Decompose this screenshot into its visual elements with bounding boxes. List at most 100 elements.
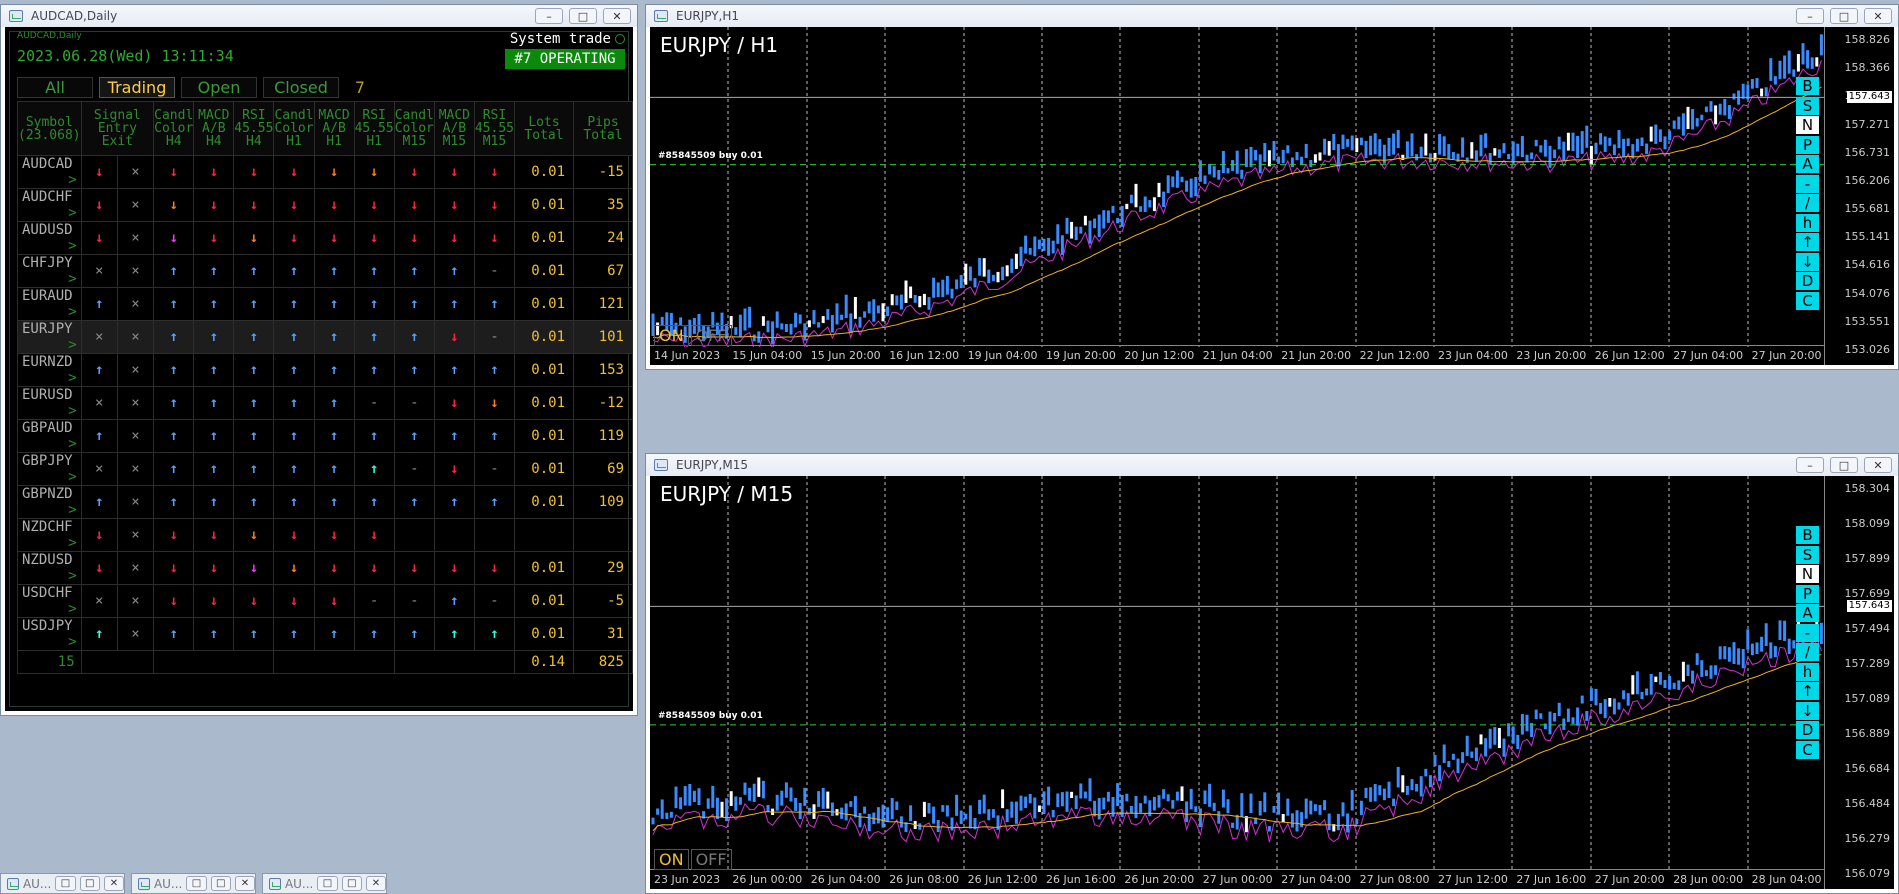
symbol-cell[interactable]: USDCHF >: [17, 584, 82, 618]
side-button-3[interactable]: N: [1796, 116, 1819, 134]
filter-closed[interactable]: Closed: [263, 77, 339, 98]
price-chart[interactable]: [650, 27, 1826, 347]
restore-button[interactable]: □: [569, 8, 597, 24]
table-row[interactable]: EURNZD > ↑ × ↑ ↑ ↑ ↑ ↑ ↑ ↑ ↑ ↑ 0.01 153: [17, 353, 633, 387]
table-row[interactable]: USDCHF > × × ↓ ↓ ↓ ↓ ↓ - - ↑ -0.01 -5: [17, 584, 633, 618]
symbol-cell[interactable]: EURAUD >: [17, 287, 82, 321]
side-button-7[interactable]: /: [1796, 194, 1819, 212]
symbol-cell[interactable]: USDJPY >: [17, 617, 82, 651]
table-row[interactable]: EURJPY > × × ↑ ↑ ↑ ↑ ↑ ↑ ↑ ↓ -0.01 101: [17, 320, 633, 354]
symbol-cell[interactable]: EURNZD >: [17, 353, 82, 387]
table-row[interactable]: NZDCHF > ↓ × ↓ ↓ ↓ ↓ ↓ ↓: [17, 518, 633, 552]
h1-titlebar[interactable]: EURJPY,H1 – □ ✕: [646, 5, 1898, 27]
symbol-cell[interactable]: AUDCAD >: [17, 155, 82, 189]
table-row[interactable]: AUDUSD > ↓ × ↓ ↓ ↓ ↓ ↓ ↓ ↓ ↓ ↓ 0.01 24: [17, 221, 633, 255]
side-button-10[interactable]: ↓: [1796, 701, 1819, 720]
close-button[interactable]: ✕: [1864, 457, 1892, 473]
minimize-button[interactable]: –: [1796, 457, 1824, 473]
table-row[interactable]: GBPJPY > × × ↑ ↑ ↑ ↑ ↑ ↑ - ↓ -0.01 69: [17, 452, 633, 486]
expand-icon[interactable]: >: [68, 271, 80, 287]
filter-open[interactable]: Open: [181, 77, 257, 98]
m15-titlebar[interactable]: EURJPY,M15 – □ ✕: [646, 454, 1898, 476]
side-button-8[interactable]: h: [1796, 213, 1819, 232]
close-button[interactable]: ✕: [603, 8, 631, 24]
symbol-cell[interactable]: CHFJPY >: [17, 254, 82, 288]
expand-icon[interactable]: >: [68, 304, 80, 320]
side-button-12[interactable]: C: [1796, 740, 1819, 759]
filter-trading[interactable]: Trading: [99, 77, 175, 98]
side-button-7[interactable]: /: [1796, 643, 1819, 661]
table-row[interactable]: AUDCHF > ↓ × ↓ ↓ ↓ ↓ ↓ ↓ ↓ ↓ ↓ 0.01 35: [17, 188, 633, 222]
symbol-cell[interactable]: AUDCHF >: [17, 188, 82, 222]
table-row[interactable]: GBPAUD > ↑ × ↑ ↑ ↑ ↑ ↑ ↑ ↑ ↑ ↑ 0.01 119: [17, 419, 633, 453]
table-row[interactable]: GBPNZD > ↑ × ↑ ↑ ↑ ↑ ↑ ↑ ↑ ↑ ↑ 0.01 109: [17, 485, 633, 519]
dashboard-titlebar[interactable]: AUDCAD,Daily – □ ✕: [1, 5, 637, 27]
side-button-12[interactable]: C: [1796, 291, 1819, 310]
expand-icon[interactable]: >: [68, 370, 80, 386]
restore-button[interactable]: □: [186, 876, 207, 891]
side-button-4[interactable]: P: [1796, 584, 1819, 603]
on-off-toggle[interactable]: ON OFF: [654, 325, 732, 346]
table-row[interactable]: CHFJPY > × × ↑ ↑ ↑ ↑ ↑ ↑ ↑ ↑ -0.01 67: [17, 254, 633, 288]
side-button-6[interactable]: -: [1796, 623, 1819, 642]
symbol-cell[interactable]: GBPAUD >: [17, 419, 82, 453]
close-button[interactable]: ✕: [365, 876, 386, 891]
side-button-1[interactable]: B: [1796, 526, 1819, 544]
on-button[interactable]: ON: [654, 325, 689, 346]
table-row[interactable]: EURAUD > ↑ × ↑ ↑ ↑ ↑ ↑ ↑ ↑ ↑ ↑ 0.01 121: [17, 287, 633, 321]
side-button-5[interactable]: A: [1796, 604, 1819, 622]
expand-icon[interactable]: >: [68, 568, 80, 584]
close-button[interactable]: ✕: [103, 876, 124, 891]
expand-icon[interactable]: >: [68, 337, 80, 353]
expand-icon[interactable]: >: [68, 601, 80, 617]
symbol-cell[interactable]: AUDUSD >: [17, 221, 82, 255]
minimized-window-3[interactable]: AU... □ □ ✕: [262, 873, 387, 894]
off-button[interactable]: OFF: [690, 325, 732, 346]
m15-chart-area[interactable]: EURJPY / M15 #85845509 buy 0.01 158.304 158…: [650, 476, 1894, 889]
on-button[interactable]: ON: [654, 849, 689, 870]
minimize-button[interactable]: –: [1796, 8, 1824, 24]
price-chart[interactable]: [650, 476, 1826, 871]
side-button-2[interactable]: S: [1796, 545, 1819, 564]
side-button-11[interactable]: D: [1796, 272, 1819, 290]
maximize-button[interactable]: □: [79, 876, 100, 891]
minimized-window-1[interactable]: AU... □ □ ✕: [0, 873, 125, 894]
minimize-button[interactable]: –: [535, 8, 563, 24]
expand-icon[interactable]: >: [68, 403, 80, 419]
table-row[interactable]: EURUSD > × × ↑ ↑ ↑ ↑ ↑ - - ↓ ↓ 0.01 -12: [17, 386, 633, 420]
restore-button[interactable]: □: [317, 876, 338, 891]
off-button[interactable]: OFF: [690, 849, 732, 870]
side-button-6[interactable]: -: [1796, 174, 1819, 193]
expand-icon[interactable]: >: [68, 535, 80, 551]
table-row[interactable]: USDJPY > ↑ × ↑ ↑ ↑ ↑ ↑ ↑ ↑ ↑ ↑ 0.01 31: [17, 617, 633, 651]
minimized-window-2[interactable]: AU... □ □ ✕: [131, 873, 256, 894]
expand-icon[interactable]: >: [68, 436, 80, 452]
symbol-cell[interactable]: GBPJPY >: [17, 452, 82, 486]
side-button-8[interactable]: h: [1796, 662, 1819, 681]
symbol-cell[interactable]: EURJPY >: [17, 320, 82, 354]
side-button-9[interactable]: ↑: [1796, 233, 1819, 251]
h1-chart-area[interactable]: EURJPY / H1 #85845509 buy 0.01 158.826 158.…: [650, 27, 1894, 365]
restore-button[interactable]: □: [55, 876, 76, 891]
expand-icon[interactable]: >: [68, 238, 80, 254]
expand-icon[interactable]: >: [68, 502, 80, 518]
expand-icon[interactable]: >: [68, 469, 80, 485]
on-off-toggle[interactable]: ON OFF: [654, 849, 732, 870]
maximize-button[interactable]: □: [341, 876, 362, 891]
expand-icon[interactable]: >: [68, 172, 80, 188]
close-button[interactable]: ✕: [1864, 8, 1892, 24]
side-button-4[interactable]: P: [1796, 135, 1819, 154]
expand-icon[interactable]: >: [68, 634, 80, 650]
filter-all[interactable]: All: [17, 77, 93, 98]
expand-icon[interactable]: >: [68, 205, 80, 221]
side-button-1[interactable]: B: [1796, 77, 1819, 95]
symbol-cell[interactable]: NZDCHF >: [17, 518, 82, 552]
table-row[interactable]: AUDCAD > ↓ × ↓ ↓ ↓ ↓ ↓ ↓ ↓ ↓ ↓ 0.01 -15: [17, 155, 633, 189]
maximize-button[interactable]: □: [210, 876, 231, 891]
close-button[interactable]: ✕: [234, 876, 255, 891]
symbol-cell[interactable]: EURUSD >: [17, 386, 82, 420]
symbol-cell[interactable]: NZDUSD >: [17, 551, 82, 585]
side-button-9[interactable]: ↑: [1796, 682, 1819, 700]
side-button-11[interactable]: D: [1796, 721, 1819, 739]
side-button-10[interactable]: ↓: [1796, 252, 1819, 271]
